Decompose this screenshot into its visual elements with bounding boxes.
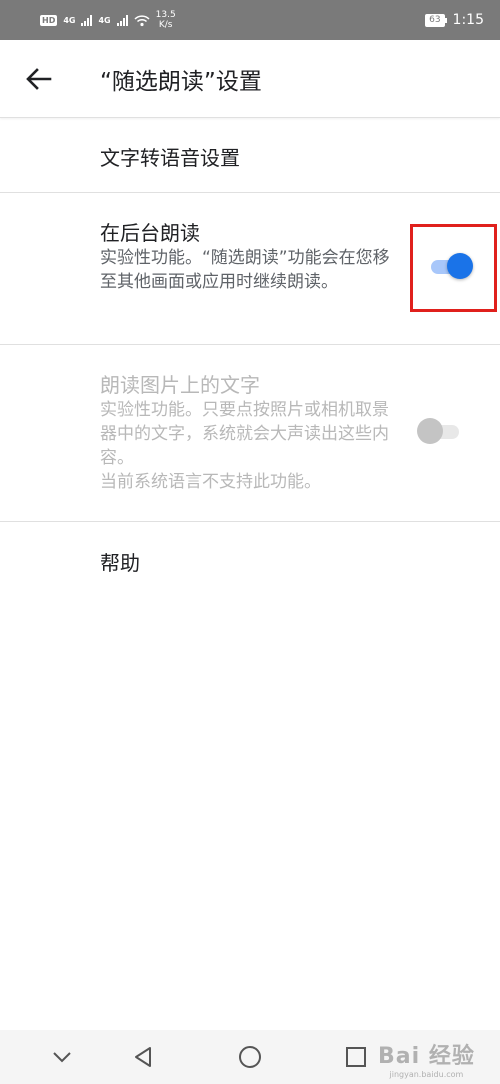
nav-back-button[interactable] bbox=[128, 1042, 158, 1072]
home-circle-icon bbox=[239, 1046, 261, 1068]
nav-recents-button[interactable] bbox=[341, 1042, 371, 1072]
setting-unsupported-note: 当前系统语言不支持此功能。 bbox=[100, 472, 321, 492]
network-type-1: 4G bbox=[63, 15, 76, 25]
recents-square-icon bbox=[346, 1047, 366, 1067]
highlight-box bbox=[410, 224, 497, 312]
network-type-2: 4G bbox=[98, 15, 111, 25]
switch-thumb bbox=[417, 418, 443, 444]
speed-value: 13.5 bbox=[155, 10, 176, 20]
setting-title: 文字转语音设置 bbox=[100, 146, 240, 170]
chevron-down-icon bbox=[53, 1052, 71, 1063]
back-triangle-icon bbox=[135, 1047, 151, 1067]
setting-row-tts[interactable]: 文字转语音设置 bbox=[0, 118, 500, 193]
setting-description: 实验性功能。“随选朗读”功能会在您移至其他画面或应用时继续朗读。 bbox=[100, 248, 390, 292]
watermark-sub: jingyan.baidu.com bbox=[389, 1070, 464, 1079]
hd-badge: HD bbox=[40, 14, 58, 26]
back-button[interactable] bbox=[19, 59, 59, 99]
setting-description: 实验性功能。只要点按照片或相机取景器中的文字，系统就会大声读出这些内容。 当前系… bbox=[100, 398, 390, 494]
arrow-left-icon bbox=[26, 67, 52, 90]
signal-icon bbox=[81, 14, 93, 26]
wifi-icon bbox=[134, 14, 150, 26]
status-bar: HD 4G 4G 13.5 K/s 63 1:15 bbox=[0, 0, 500, 40]
signal-icon bbox=[116, 14, 128, 26]
nav-hide-button[interactable] bbox=[47, 1042, 77, 1072]
setting-title: 在后台朗读 bbox=[100, 221, 200, 245]
status-left: HD 4G 4G 13.5 K/s bbox=[40, 10, 176, 30]
screen: HD 4G 4G 13.5 K/s 63 1:15 “随选朗读”设置 文字转语音… bbox=[0, 0, 500, 1084]
watermark-main: Bai 经验 bbox=[378, 1044, 475, 1069]
app-bar: “随选朗读”设置 bbox=[0, 40, 500, 118]
setting-row-read-image-text: 朗读图片上的文字 实验性功能。只要点按照片或相机取景器中的文字，系统就会大声读出… bbox=[0, 345, 500, 522]
battery-icon: 63 bbox=[425, 13, 448, 27]
clock: 1:15 bbox=[452, 12, 484, 28]
setting-description-text: 实验性功能。只要点按照片或相机取景器中的文字，系统就会大声读出这些内容。 bbox=[100, 400, 389, 468]
speed-unit: K/s bbox=[158, 20, 173, 30]
watermark: Bai 经验 jingyan.baidu.com bbox=[378, 1038, 475, 1079]
setting-row-help[interactable]: 帮助 bbox=[0, 522, 500, 597]
nav-home-button[interactable] bbox=[235, 1042, 265, 1072]
read-image-text-switch bbox=[417, 417, 463, 445]
status-right: 63 1:15 bbox=[425, 12, 484, 28]
page-title: “随选朗读”设置 bbox=[100, 68, 262, 95]
setting-title: 帮助 bbox=[100, 551, 140, 575]
network-speed: 13.5 K/s bbox=[156, 10, 176, 30]
setting-title: 朗读图片上的文字 bbox=[100, 373, 260, 397]
